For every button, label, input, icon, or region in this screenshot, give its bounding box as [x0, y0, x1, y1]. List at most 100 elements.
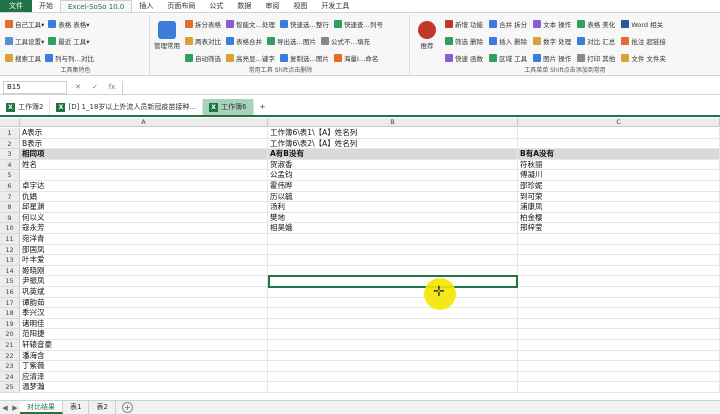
filter-delete-button[interactable]: 筛选 删除 [445, 36, 483, 46]
table-cell[interactable] [518, 234, 720, 245]
next-sheet-icon[interactable]: ▶ [10, 404, 20, 412]
new-features-button[interactable]: 新增 功能 [445, 19, 483, 29]
table-cell[interactable]: 尹振凤 [20, 276, 268, 287]
table-cell[interactable] [268, 340, 518, 351]
table-cell[interactable] [518, 350, 720, 362]
smart-text-button[interactable]: 智能文…处理 [226, 19, 275, 29]
file-folder-button[interactable]: 文件 文件夹 [621, 53, 666, 63]
merge-tables-button[interactable]: 表格合并 [226, 36, 262, 46]
word-related-button[interactable]: Word 相关 [621, 19, 663, 29]
merge-split-button[interactable]: 合并 拆分 [489, 19, 527, 29]
self-tools-button[interactable]: 自己工具▾ [5, 19, 44, 29]
table-cell[interactable]: 符秋丽 [518, 159, 720, 171]
split-table-button[interactable]: 拆分表格 [185, 19, 221, 29]
table-cell[interactable]: 邢梓莹 [518, 223, 720, 234]
table-cell[interactable] [518, 361, 720, 372]
row-header[interactable]: 4 [0, 159, 20, 171]
table-cell[interactable]: 工作簿6\表1\【A】姓名列 [268, 128, 518, 139]
row-header[interactable]: 25 [0, 382, 20, 393]
table-cell[interactable]: 范阳捷 [20, 329, 268, 340]
table-cell[interactable]: 季兴汉 [20, 308, 268, 319]
doc-tab-workbook2[interactable]: X 工作簿2 [0, 99, 51, 115]
table-cell[interactable] [268, 382, 518, 393]
doc-tab-workbook6[interactable]: X 工作簿6 [203, 99, 254, 115]
table-style-button[interactable]: 表格 美化 [577, 19, 615, 29]
table-cell[interactable]: 工作簿6\表2\【A】姓名列 [268, 138, 518, 150]
table-cell[interactable]: 公孟钧 [268, 170, 518, 181]
column-header-a[interactable]: A [20, 118, 268, 127]
menu-tab-review[interactable]: 审阅 [258, 0, 286, 12]
table-cell[interactable] [518, 371, 720, 383]
row-header[interactable]: 17 [0, 297, 20, 309]
table-cell[interactable] [268, 350, 518, 362]
confirm-icon[interactable]: ✓ [89, 83, 101, 91]
sheet-tab-table2[interactable]: 表2 [89, 401, 116, 414]
row-header[interactable]: 2 [0, 138, 20, 150]
table-cell[interactable]: 姓名 [20, 159, 268, 171]
table-cell[interactable] [518, 340, 720, 351]
row-header[interactable]: 12 [0, 244, 20, 256]
table-cell[interactable] [518, 255, 720, 266]
row-header[interactable]: 21 [0, 340, 20, 351]
table-cell[interactable] [268, 244, 518, 256]
table-cell[interactable]: 丁紫薇 [20, 361, 268, 372]
table-cell[interactable]: 傅凝川 [518, 170, 720, 181]
table-cell[interactable]: 到可荣 [518, 191, 720, 203]
comment-link-button[interactable]: 批注 超链接 [621, 36, 666, 46]
table-cell[interactable]: A表示 [20, 128, 268, 139]
column-compare-button[interactable]: 列与列…对比 [45, 53, 94, 63]
prev-sheet-icon[interactable]: ◀ [0, 404, 10, 412]
table-cell[interactable]: 叶丰爱 [20, 255, 268, 266]
recommend-button[interactable]: 推荐 [414, 21, 440, 50]
table-cell[interactable] [518, 276, 720, 287]
table-cell[interactable] [268, 371, 518, 383]
row-header[interactable]: 20 [0, 329, 20, 340]
quick-select-row-button[interactable]: 快速选…整行 [280, 19, 329, 29]
row-header[interactable]: 9 [0, 212, 20, 224]
table-cell[interactable]: 霍伟晔 [268, 181, 518, 192]
table-cell[interactable] [268, 255, 518, 266]
menu-tab-data[interactable]: 数据 [230, 0, 258, 12]
row-header[interactable]: 5 [0, 170, 20, 181]
name-box[interactable]: B15 [3, 80, 67, 94]
range-tools-button[interactable]: 区域 工具 [489, 53, 527, 63]
table-cell[interactable]: 历以毓 [268, 191, 518, 203]
export-image-button[interactable]: 导出选…图片 [267, 36, 316, 46]
formula-fill-button[interactable]: 公式不…填充 [321, 36, 370, 46]
table-cell[interactable] [518, 329, 720, 340]
print-other-button[interactable]: 打印 其他 [577, 53, 615, 63]
table-cell[interactable]: 贺淑香 [268, 159, 518, 171]
selected-cell[interactable] [268, 275, 518, 288]
table-cell[interactable] [20, 170, 268, 181]
highlight-keyword-button[interactable]: 高亮显…键字 [226, 53, 275, 63]
table-cell[interactable]: 浦康凤 [518, 202, 720, 213]
sheet-tab-table1[interactable]: 表1 [63, 401, 90, 414]
table-cell[interactable]: 邵珍妮 [518, 181, 720, 192]
table-cell[interactable] [518, 138, 720, 150]
row-header[interactable]: 18 [0, 308, 20, 319]
row-header[interactable]: 15 [0, 276, 20, 287]
table-cell[interactable]: 邱星渊 [20, 202, 268, 213]
text-ops-button[interactable]: 文本 操作 [533, 19, 571, 29]
bulk-rename-button[interactable]: 海量I…命名 [334, 53, 378, 63]
number-process-button[interactable]: 数字 处理 [533, 36, 571, 46]
table-cell[interactable]: 姬晓刚 [20, 265, 268, 277]
table-cell[interactable]: 轩辕音豪 [20, 340, 268, 351]
row-header[interactable]: 1 [0, 128, 20, 139]
table-cell[interactable] [268, 297, 518, 309]
table-cell[interactable] [268, 318, 518, 330]
row-header[interactable]: 16 [0, 287, 20, 298]
table-cell[interactable]: 汤利 [268, 202, 518, 213]
table-cell[interactable]: 相同项 [20, 149, 268, 160]
table-cell[interactable]: 诸明佳 [20, 318, 268, 330]
insert-function-icon[interactable]: fx [106, 83, 118, 91]
table-cell[interactable]: 樊地 [268, 212, 518, 224]
menu-tab-developer[interactable]: 开发工具 [314, 0, 356, 12]
row-header[interactable]: 8 [0, 202, 20, 213]
row-header[interactable]: 6 [0, 181, 20, 192]
table-cell[interactable] [518, 244, 720, 256]
table-cell[interactable] [268, 234, 518, 245]
row-header[interactable]: 23 [0, 361, 20, 372]
menu-tab-excel-soso[interactable]: Excel-SoSo 10.0 [60, 0, 133, 12]
row-header[interactable]: 19 [0, 318, 20, 330]
